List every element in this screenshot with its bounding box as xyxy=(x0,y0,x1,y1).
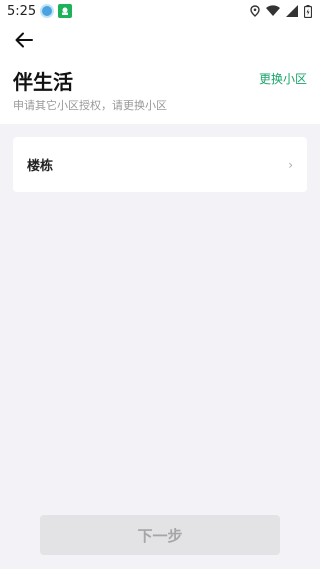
signal-icon xyxy=(286,5,298,17)
page-title: 伴生活 xyxy=(13,70,73,94)
status-time: 5:25 xyxy=(7,3,37,19)
building-label: 楼栋 xyxy=(27,159,54,174)
change-community-link[interactable]: 更换小区 xyxy=(259,70,307,87)
wifi-icon xyxy=(266,5,280,16)
location-icon xyxy=(250,5,260,17)
next-step-button[interactable]: 下一步 xyxy=(40,515,280,555)
app-notification-icon xyxy=(40,4,55,18)
arrow-left-icon xyxy=(15,32,33,48)
status-left: 5:25 xyxy=(7,3,73,19)
app-notification-icon xyxy=(58,4,73,18)
battery-icon xyxy=(304,4,312,18)
back-button[interactable] xyxy=(12,30,36,50)
building-select-row[interactable]: 楼栋 › xyxy=(13,137,307,192)
chevron-right-icon: › xyxy=(288,157,293,172)
status-bar: 5:25 xyxy=(0,0,320,22)
status-right xyxy=(250,4,312,18)
page-subtitle: 申请其它小区授权，请更换小区 xyxy=(13,99,167,112)
